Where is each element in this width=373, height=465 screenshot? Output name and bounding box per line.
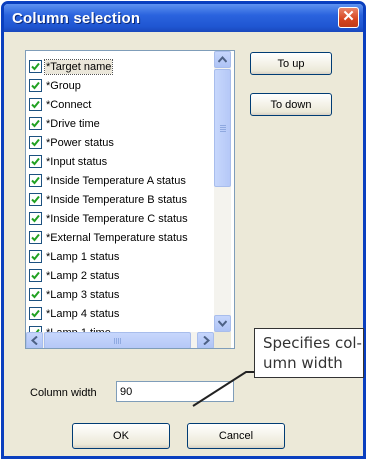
- callout-leader-line: [192, 371, 278, 407]
- callout-line-2: umn width: [263, 354, 343, 372]
- column-width-callout: Specifies col- umn width: [254, 328, 364, 378]
- callout-line-1: Specifies col-: [263, 334, 362, 352]
